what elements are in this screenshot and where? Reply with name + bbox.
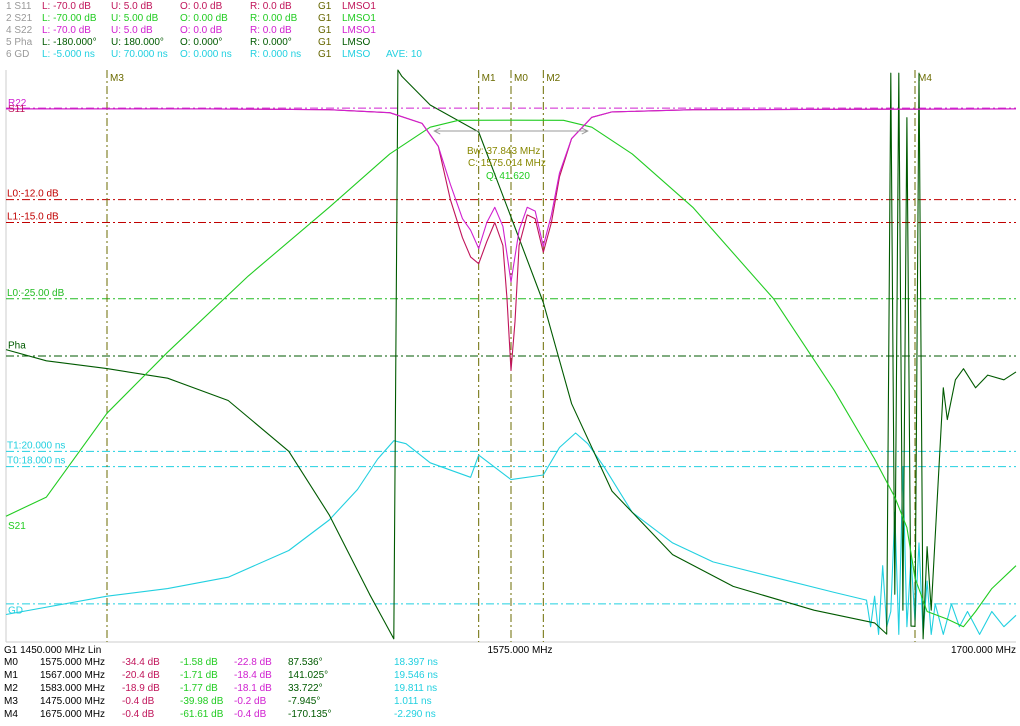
marker-cell-pha: -170.135° [288, 709, 332, 720]
marker-cell-s22: -22.8 dB [234, 657, 272, 668]
marker-cell-gd: 18.397 ns [394, 657, 438, 668]
header-u: U: 5.0 dB [111, 25, 153, 36]
limit-label-3: T1:20.000 ns [7, 440, 65, 451]
marker-cell-gd: 1.011 ns [394, 696, 432, 707]
marker-label-m2: M2 [546, 73, 560, 84]
header-r: R: 0.0 dB [250, 1, 292, 12]
header-l: L: -180.000° [42, 37, 97, 48]
header-id: 4 S22 [6, 25, 33, 36]
trace-label-s11: S11 [8, 104, 25, 115]
trace-label-s21: S21 [8, 521, 26, 532]
header-u: U: 5.00 dB [111, 13, 159, 24]
marker-cell-gd: -2.290 ns [394, 709, 436, 720]
marker-cell-pha: 141.025° [288, 670, 329, 681]
marker-cell-s11: -34.4 dB [122, 657, 160, 668]
header-g: G1 [318, 1, 332, 12]
axis-start-label: G1 1450.000 MHz Lin [4, 645, 101, 656]
marker-cell-s22: -0.2 dB [234, 696, 267, 707]
header-g: G1 [318, 13, 332, 24]
header-r: R: 0.00 dB [250, 13, 298, 24]
header-m: LMSO [342, 37, 371, 48]
marker-cell-gd: 19.546 ns [394, 670, 438, 681]
header-m: LMSO1 [342, 1, 376, 12]
header-l: L: -70.0 dB [42, 25, 91, 36]
bw-text: Bw: 37.843 MHz [467, 146, 540, 157]
marker-cell-f: 1475.000 MHz [40, 696, 106, 707]
marker-cell-pha: -7.945° [288, 696, 321, 707]
header-id: 6 GD [6, 49, 30, 60]
header-r: R: 0.000° [250, 37, 292, 48]
marker-label-m3: M3 [110, 73, 124, 84]
marker-cell-m: M0 [4, 657, 18, 668]
marker-cell-s11: -18.9 dB [122, 683, 160, 694]
bw-center-text: C: 1575.014 MHz [468, 158, 546, 169]
limit-label-4: T0:18.000 ns [7, 456, 65, 467]
bw-q-text: Q: 41.620 [486, 171, 530, 182]
limit-label-1: L1:-15.0 dB [7, 212, 59, 223]
header-m: LMSO [342, 49, 371, 60]
header-l: L: -5.000 ns [42, 49, 95, 60]
header-o: O: 0.000° [180, 37, 223, 48]
marker-cell-pha: 33.722° [288, 683, 323, 694]
marker-cell-s21: -1.58 dB [180, 657, 218, 668]
marker-cell-s21: -1.71 dB [180, 670, 218, 681]
header-o: O: 0.0 dB [180, 1, 223, 12]
header-id: 5 Pha [6, 37, 33, 48]
marker-cell-m: M4 [4, 709, 18, 720]
marker-cell-s11: -0.4 dB [122, 696, 155, 707]
header-u: U: 180.000° [111, 37, 164, 48]
marker-cell-f: 1567.000 MHz [40, 670, 106, 681]
marker-cell-m: M1 [4, 670, 18, 681]
header-id: 2 S21 [6, 13, 33, 24]
marker-label-m0: M0 [514, 73, 528, 84]
header-l: L: -70.0 dB [42, 1, 91, 12]
header-g: G1 [318, 49, 332, 60]
header-g: G1 [318, 37, 332, 48]
marker-cell-pha: 87.536° [288, 657, 323, 668]
header-l: L: -70.00 dB [42, 13, 97, 24]
header-id: 1 S11 [6, 1, 32, 12]
trace-label-gd: GD [8, 606, 23, 617]
header-u: U: 70.000 ns [111, 49, 168, 60]
marker-cell-s22: -18.4 dB [234, 670, 272, 681]
header-u: U: 5.0 dB [111, 1, 153, 12]
header-o: O: 0.00 dB [180, 13, 228, 24]
marker-cell-f: 1675.000 MHz [40, 709, 106, 720]
marker-cell-m: M2 [4, 683, 18, 694]
marker-cell-f: 1575.000 MHz [40, 657, 106, 668]
marker-cell-gd: 19.811 ns [394, 683, 438, 694]
axis-center-label: 1575.000 MHz [487, 645, 552, 656]
header-o: O: 0.000 ns [180, 49, 232, 60]
marker-cell-s11: -0.4 dB [122, 709, 155, 720]
header-r: R: 0.0 dB [250, 25, 292, 36]
header-m: LMSO1 [342, 13, 376, 24]
marker-label-m4: M4 [918, 73, 932, 84]
marker-cell-s22: -18.1 dB [234, 683, 272, 694]
header-m: LMSO1 [342, 25, 376, 36]
header-ave: AVE: 10 [386, 49, 422, 60]
header-g: G1 [318, 25, 332, 36]
marker-cell-s22: -0.4 dB [234, 709, 267, 720]
marker-cell-s21: -1.77 dB [180, 683, 218, 694]
limit-label-0: L0:-12.0 dB [7, 189, 59, 200]
axis-stop-label: 1700.000 MHz [951, 645, 1016, 656]
header-r: R: 0.000 ns [250, 49, 302, 60]
header-o: O: 0.0 dB [180, 25, 223, 36]
limit-label-2: L0:-25.00 dB [7, 288, 65, 299]
marker-label-m1: M1 [482, 73, 496, 84]
vna-plot: L0:-12.0 dB L1:-15.0 dB L0:-25.00 dB T1:20.… [4, 69, 1017, 656]
trace-label-pha: Pha [8, 341, 26, 352]
marker-cell-m: M3 [4, 696, 18, 707]
marker-cell-s21: -61.61 dB [180, 709, 224, 720]
marker-cell-s21: -39.98 dB [180, 696, 224, 707]
marker-cell-s11: -20.4 dB [122, 670, 160, 681]
marker-cell-f: 1583.000 MHz [40, 683, 106, 694]
